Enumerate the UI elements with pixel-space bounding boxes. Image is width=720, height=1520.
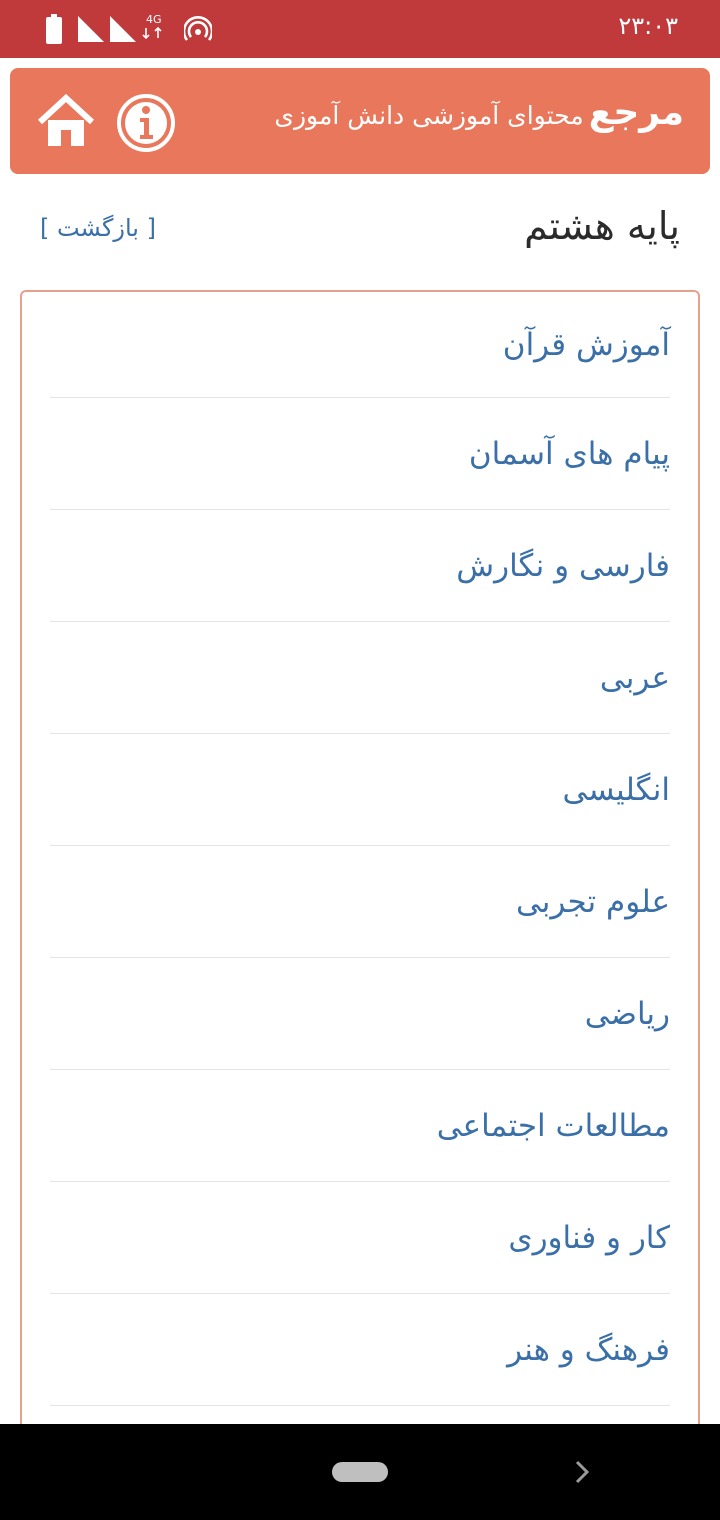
subject-item-payam-asman[interactable]: پیام های آسمان (50, 398, 670, 510)
status-bar: 4G ۲۳:۰۳ (0, 0, 720, 58)
subject-item-social-studies[interactable]: مطالعات اجتماعی (50, 1070, 670, 1182)
subject-item-science[interactable]: علوم تجربی (50, 846, 670, 958)
subject-item-culture-art[interactable]: فرهنگ و هنر (50, 1294, 670, 1406)
app-subtitle: محتوای آموزشی دانش آموزی (274, 101, 584, 130)
network-type-icon: 4G (142, 13, 162, 40)
subject-list: آموزش قرآن پیام های آسمان فارسی و نگارش … (22, 292, 698, 1406)
subject-item-arabic[interactable]: عربی (50, 622, 670, 734)
subject-label: کار و فناوری (508, 1219, 670, 1256)
subject-label: پیام های آسمان (468, 435, 670, 472)
status-time: ۲۳:۰۳ (618, 12, 678, 40)
subject-item-work-tech[interactable]: کار و فناوری (50, 1182, 670, 1294)
battery-icon (46, 14, 62, 44)
home-button[interactable] (36, 93, 96, 150)
subject-label: ریاضی (584, 995, 670, 1032)
back-link[interactable]: [ بازگشت ] (40, 214, 156, 242)
page-title: پایه هشتم (524, 204, 680, 248)
subject-item-english[interactable]: انگلیسی (50, 734, 670, 846)
info-icon (117, 94, 175, 152)
info-button[interactable] (116, 93, 176, 153)
home-icon (37, 93, 95, 146)
signal-icon (78, 16, 104, 42)
app-title: مرجع محتوای آموزشی دانش آموزی (274, 92, 684, 133)
app-header: مرجع محتوای آموزشی دانش آموزی (10, 68, 710, 174)
network-label: 4G (146, 13, 162, 26)
subject-label: علوم تجربی (515, 883, 670, 920)
hotspot-icon (184, 16, 212, 41)
subject-list-card: آموزش قرآن پیام های آسمان فارسی و نگارش … (20, 290, 700, 1450)
brand-name: مرجع (588, 92, 684, 133)
signal-icon (110, 16, 136, 42)
subject-item-quran[interactable]: آموزش قرآن (50, 292, 670, 398)
system-nav-bar (0, 1424, 720, 1520)
home-gesture-pill[interactable] (332, 1462, 388, 1482)
subject-label: عربی (599, 659, 670, 696)
subject-label: فارسی و نگارش (456, 547, 670, 584)
subject-label: آموزش قرآن (502, 326, 670, 363)
subject-label: انگلیسی (562, 771, 670, 808)
subject-item-farsi[interactable]: فارسی و نگارش (50, 510, 670, 622)
chevron-right-icon[interactable] (570, 1458, 594, 1486)
subject-label: مطالعات اجتماعی (436, 1107, 670, 1144)
subject-item-math[interactable]: ریاضی (50, 958, 670, 1070)
subject-label: فرهنگ و هنر (507, 1331, 670, 1368)
